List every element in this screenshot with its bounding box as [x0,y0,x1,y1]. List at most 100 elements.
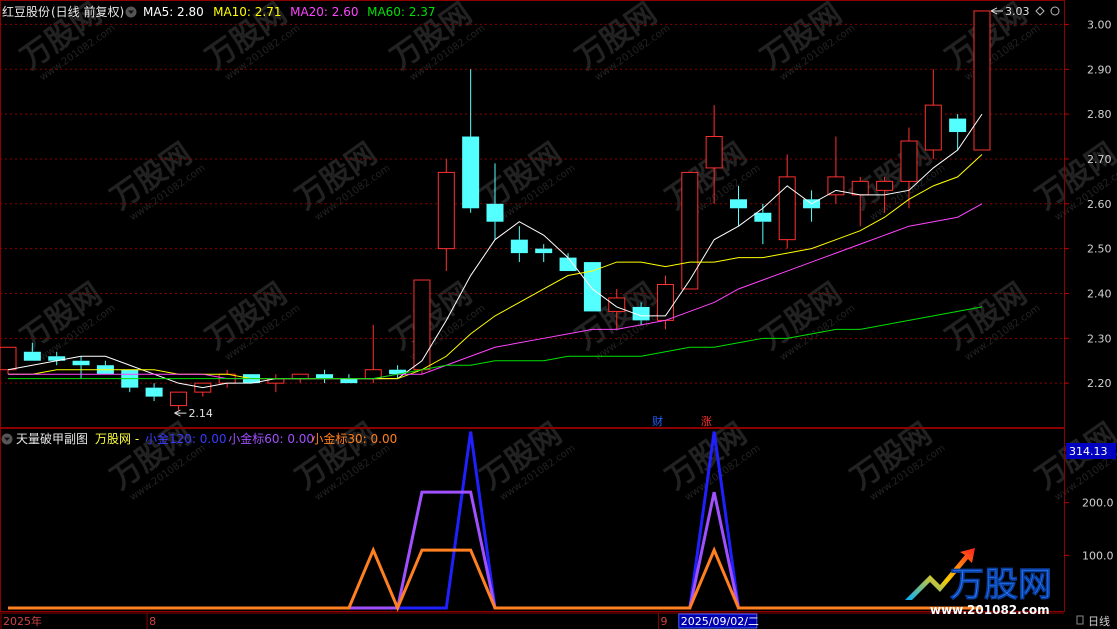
indicator-legend: 小金120: 0.00 小金标60: 0.00小金标30: 0.00 [145,431,397,446]
candle-body [754,212,772,222]
time-tick-label: 2025年 [3,614,42,628]
candle[interactable] [316,369,334,384]
time-tick-label: 8 [149,615,156,628]
watermark-tile: 万股网www.201082.com [105,136,208,223]
price-tick-label: 2.50 [1087,243,1112,256]
candle-body [340,378,358,384]
brand-logo-url: www.201082.com [930,603,1050,617]
value-tick-label: 100.0 [1082,549,1114,562]
candle-body [413,279,431,371]
candle-body [924,104,942,151]
main-header: 红豆股份 (日线 前复权) MA5: 2.80 MA10: 2.71 MA20: 2… [2,4,436,19]
period-dropdown-icon[interactable] [125,6,137,18]
ma-legend-item: MA60: 2.37 [367,5,435,19]
candle[interactable] [559,253,577,272]
price-tick-label: 2.70 [1087,153,1112,166]
candle[interactable] [583,262,601,312]
stock-name[interactable]: 红豆股份 [2,4,50,19]
price-tick-label: 2.20 [1087,377,1112,390]
candle-body [316,374,334,379]
candle-body [656,284,674,321]
candle[interactable] [949,114,967,150]
candle[interactable] [194,382,212,397]
brand-logo-text: 万股网 [950,565,1052,605]
cursor-date-label: 2025/09/02/二 [678,613,759,629]
candle[interactable] [462,69,480,213]
watermark-tile: 万股网www.201082.com [940,276,1043,363]
candle[interactable] [364,324,382,384]
price-tick-label: 3.00 [1087,18,1112,31]
candle[interactable] [510,226,528,263]
low-marker-arrow [174,409,187,417]
indicator-legend-item: 小金120: 0.00 [145,431,226,446]
candle[interactable] [267,374,285,393]
candle-body [900,140,918,182]
price-tick-label: 2.60 [1087,198,1112,211]
event-badge-text: 涨 [701,415,712,428]
candle[interactable] [145,383,163,402]
watermark-layer: 万股网www.201082.com 万股网www.201082.com 万股网www… [15,0,1117,503]
time-tick-label: 9 [660,615,667,628]
scroll-handle-icon[interactable] [1076,615,1084,625]
candle-body [0,346,17,371]
period-tag[interactable]: 日线 [1088,614,1110,628]
candle-body [23,351,41,361]
candle[interactable] [973,10,991,151]
low-marker-label: 2.14 [188,407,213,420]
candle[interactable] [169,391,187,411]
watermark-tile: 万股网www.201082.com [290,136,393,223]
main-panel-frame [0,0,1065,428]
candle[interactable] [121,369,139,393]
candle-body [535,248,553,254]
candle[interactable] [754,203,772,245]
ma-legend-item: MA20: 2.60 [290,5,358,19]
candle-body [462,136,480,209]
event-badge-text: 财 [652,414,663,428]
candle[interactable] [535,244,553,263]
candle-body [559,257,577,272]
value-badge-text: 314.13 [1069,445,1108,458]
watermark-tile: 万股网www.201082.com [755,276,858,363]
candle[interactable] [0,346,17,375]
sub-dropdown-icon[interactable] [1,433,13,445]
indicator-legend-item: 小金标60: 0.00 [228,431,314,446]
price-tick-label: 2.30 [1087,332,1112,345]
candle[interactable] [803,190,821,222]
candle-body [949,118,967,133]
watermark-tile: 万股网www.201082.com [200,276,303,363]
ma-legend: MA5: 2.80 MA10: 2.71 MA20: 2.60 MA60: 2.37 [143,5,436,19]
cursor-date-text: 2025/09/02/二 [681,615,759,628]
indicator-title[interactable]: 天量破甲副图 [16,431,88,446]
candle[interactable] [437,158,455,272]
diamond-icon[interactable] [1035,6,1045,16]
candle[interactable] [96,360,114,375]
watermark-tile: 万股网www.201082.com [1030,136,1117,223]
price-tick-label: 2.80 [1087,108,1112,121]
candle-body [510,239,528,254]
circle-icon[interactable] [1050,6,1060,16]
watermark-tile: 万股网www.201082.com [755,0,858,83]
indicator-source: 万股网 - [95,432,139,446]
period-label[interactable]: (日线 前复权) [51,4,124,19]
candle-body [973,10,991,151]
candle-body [730,199,747,209]
candle-body [486,203,504,222]
value-badge: 314.13 [1066,443,1116,459]
event-badge[interactable]: 涨 [699,414,714,428]
event-badge[interactable]: 财 [651,414,666,428]
candle-body [827,176,845,196]
indicator-legend-item: 小金标30: 0.00 [311,431,397,446]
candle-body [705,136,723,169]
watermark-tile: 万股网www.201082.com [570,0,673,83]
ma-legend-item: MA10: 2.71 [213,5,281,19]
candle-body [876,180,894,191]
candle-body [72,360,90,366]
candle[interactable] [924,69,942,159]
ma-legend-item: MA5: 2.80 [143,5,204,19]
candle[interactable] [72,356,90,379]
price-tick-label: 2.40 [1087,287,1112,300]
candle[interactable] [778,154,796,249]
candle-body [583,262,601,312]
high-marker-label: 3.03 [1005,5,1030,18]
price-tick-label: 2.90 [1087,63,1112,76]
